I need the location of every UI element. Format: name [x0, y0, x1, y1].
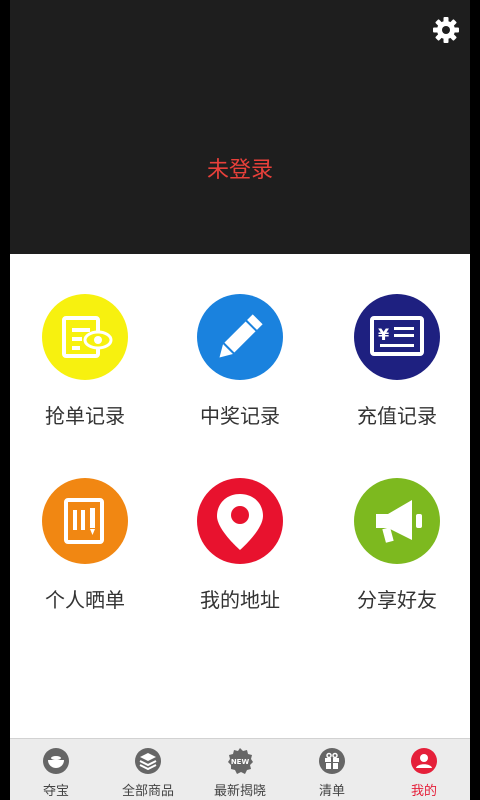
bowl-icon	[42, 747, 70, 775]
menu-share-friends[interactable]: 分享好友	[322, 438, 470, 612]
tab-home[interactable]: 夺宝	[10, 739, 102, 800]
megaphone-icon	[354, 478, 440, 564]
document-pen-icon	[42, 478, 128, 564]
menu-label: 个人晒单	[45, 588, 125, 612]
pencil-icon	[197, 294, 283, 380]
order-record-icon	[42, 294, 128, 380]
tab-label: 全部商品	[121, 784, 174, 799]
menu-order-record[interactable]: 抢单记录	[10, 254, 160, 428]
menu-label: 抢单记录	[45, 404, 125, 428]
menu-label: 充值记录	[357, 404, 437, 428]
gear-icon[interactable]	[430, 14, 462, 46]
gift-icon	[318, 747, 346, 775]
tab-all-products[interactable]: 全部商品	[102, 739, 194, 800]
profile-header: 未登录	[10, 0, 470, 254]
menu-my-address[interactable]: 我的地址	[165, 438, 315, 612]
login-status[interactable]: 未登录	[10, 152, 470, 184]
menu-recharge-record[interactable]: ¥ 充值记录	[322, 254, 470, 428]
yen-card-icon: ¥	[354, 294, 440, 380]
menu-label: 我的地址	[200, 588, 280, 612]
location-pin-icon	[197, 478, 283, 564]
menu-prize-record[interactable]: 中奖记录	[165, 254, 315, 428]
menu-label: 中奖记录	[200, 404, 280, 428]
menu-share-order[interactable]: 个人晒单	[10, 438, 160, 612]
app-screen: 未登录 抢单记录 中奖记录 ¥ 充值记录 个人晒单 我的地址 分享好友 夺宝 全…	[10, 0, 470, 800]
tab-label: 夺宝	[42, 784, 69, 799]
tab-label: 清单	[318, 784, 345, 799]
user-icon	[410, 747, 438, 775]
tab-label: 最新揭晓	[213, 784, 266, 799]
tab-list[interactable]: 清单	[286, 739, 378, 800]
tab-mine[interactable]: 我的	[378, 739, 470, 800]
new-badge-icon: NEW	[226, 747, 254, 775]
menu-label: 分享好友	[357, 588, 437, 612]
layers-icon	[134, 747, 162, 775]
tab-label: 我的	[410, 784, 437, 799]
svg-text:¥: ¥	[378, 325, 389, 344]
tab-latest-reveal[interactable]: NEW 最新揭晓	[194, 739, 286, 800]
bottom-tab-bar: 夺宝 全部商品 NEW 最新揭晓 清单 我的	[10, 738, 470, 800]
new-badge-text: NEW	[231, 758, 250, 766]
